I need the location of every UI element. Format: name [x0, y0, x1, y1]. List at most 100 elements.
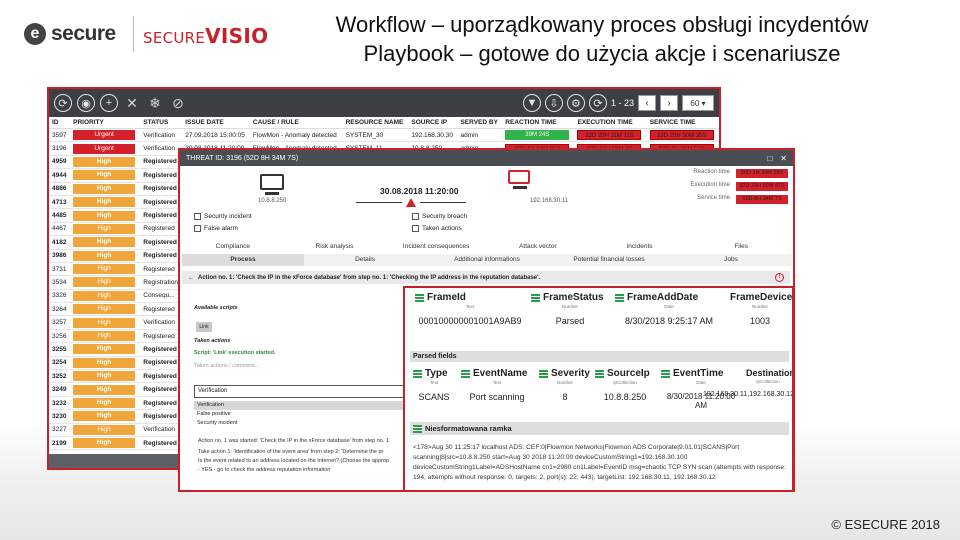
alert-icon: ! [775, 273, 784, 282]
slide-title: Workflow – uporządkowany proces obsługi … [262, 10, 942, 68]
view-icon[interactable]: ◉ [77, 94, 95, 112]
status-value: Registered [143, 305, 175, 313]
priority-value: High [73, 331, 136, 342]
tab-details[interactable]: Details [304, 254, 426, 266]
back-arrow-icon[interactable]: ← [188, 275, 194, 281]
cell-status: Registered [140, 409, 183, 424]
id-value: 3196 [52, 145, 67, 153]
refresh-icon[interactable]: ⟳ [54, 94, 72, 112]
option-false-positive[interactable]: False positive [194, 410, 409, 419]
link-line-right [420, 202, 466, 203]
cell-id: 4485 [49, 208, 71, 223]
status-select[interactable]: Verification [194, 385, 409, 398]
priority-value: High [73, 384, 136, 395]
link-line-left [356, 202, 402, 203]
tabs-row2: Process Details Additional informations … [182, 254, 792, 266]
tab-incidents[interactable]: Incidents [589, 241, 691, 253]
priority-value: High [73, 317, 136, 328]
threat-title-bar: THREAT ID: 3196 (52D 8H 34M 7S) □ ✕ [180, 150, 793, 166]
column-header[interactable]: SERVED BY [457, 117, 503, 129]
id-value: 3256 [52, 332, 67, 340]
tab-jobs[interactable]: Jobs [670, 254, 792, 266]
cell-resource: SYSTEM_30 [342, 128, 409, 143]
cell-priority: High [70, 155, 141, 170]
list-icon [531, 293, 540, 302]
column-header[interactable]: SOURCE IP [408, 117, 458, 129]
tab-process[interactable]: Process [182, 254, 304, 266]
warning-icon [406, 198, 416, 207]
parsed-fields-header: Parsed fields [410, 351, 789, 362]
priority-value: High [73, 210, 136, 221]
next-page-button[interactable]: › [660, 95, 678, 111]
column-header[interactable]: ID [49, 117, 71, 129]
threat-header: 10.8.8.250 30.08.2018 11:20:00 192.168.3… [180, 166, 793, 226]
cell-status: Registered [140, 235, 183, 250]
id-value: 3249 [52, 386, 67, 394]
column-header[interactable]: STATUS [140, 117, 183, 129]
cell-id: 3255 [49, 342, 71, 357]
id-value: 3534 [52, 278, 67, 286]
prev-page-button[interactable]: ‹ [638, 95, 656, 111]
close-icon[interactable]: ✕ [123, 94, 141, 112]
raw-frame-header: Niesformatowana ramka [410, 422, 789, 435]
list-icon [415, 293, 424, 302]
checkbox-taken-actions[interactable]: Taken actions [412, 225, 462, 232]
field-destinationips: DestinationIPs IpCollection 192.168.30.1… [703, 368, 794, 398]
cell-status: Registered [140, 382, 183, 397]
cell-status: Registration [140, 275, 183, 290]
column-header[interactable]: EXECUTION TIME [574, 117, 647, 129]
history-line4: - YES - go to check the address reputati… [198, 467, 331, 473]
column-header[interactable]: CAUSE / RULE [249, 117, 343, 129]
snowflake-icon[interactable]: ❄ [146, 94, 164, 112]
service-time-value: 52D 8H 34M 7S [736, 195, 788, 204]
cell-priority: High [70, 275, 141, 290]
reaction-time-value: 28D 1H 34M 28S [736, 169, 788, 178]
tab-risk-analysis[interactable]: Risk analysis [284, 241, 386, 253]
tab-potential-financial-losses[interactable]: Potential financial losses [548, 254, 670, 266]
option-verification[interactable]: Verification [194, 401, 409, 410]
status-value: Registration [143, 278, 178, 286]
tab-additional-informations[interactable]: Additional informations [426, 254, 548, 266]
list-icon [595, 369, 604, 378]
id-value: 4944 [52, 171, 67, 179]
id-value: 3255 [52, 345, 67, 353]
column-header[interactable]: REACTION TIME [502, 117, 575, 129]
logo-divider [133, 16, 134, 52]
column-header[interactable]: SERVICE TIME [646, 117, 719, 129]
service-time-label: Service time [696, 195, 730, 201]
script-link-button[interactable]: Link [196, 322, 212, 332]
id-value: 3254 [52, 359, 67, 367]
checkbox-false-alarm[interactable]: False alarm [194, 225, 238, 232]
tab-files[interactable]: Files [690, 241, 792, 253]
cell-priority: High [70, 342, 141, 357]
option-security-incident[interactable]: Security incident [194, 419, 409, 428]
hide-icon[interactable]: ⊘ [169, 94, 187, 112]
close-icon[interactable]: ✕ [780, 154, 787, 163]
table-row[interactable]: 3597 Urgent Verification 27.09.2018 15:00:0… [49, 128, 719, 143]
column-header[interactable]: PRIORITY [70, 117, 141, 129]
status-value: Verification [143, 131, 176, 139]
export-icon[interactable]: ⇩ [544, 94, 563, 112]
checkbox-security-breach[interactable]: Security breach [412, 213, 467, 220]
cell-id: 4713 [49, 195, 71, 210]
column-header[interactable]: RESOURCE NAME [342, 117, 409, 129]
tab-compliance[interactable]: Compliance [182, 241, 284, 253]
tab-attack-vector[interactable]: Attack vector [487, 241, 589, 253]
maximize-icon[interactable]: □ [767, 154, 772, 163]
comment-input[interactable]: Taken actions / comment... [194, 363, 259, 369]
filter-icon[interactable]: ▼ [522, 94, 541, 112]
settings-icon[interactable]: ⚙ [566, 94, 585, 112]
reload-icon[interactable]: ⟳ [588, 94, 607, 112]
status-value: Registered [143, 212, 177, 220]
status-value: Registered [143, 439, 177, 447]
priority-value: High [73, 183, 136, 194]
reaction-time-label: Reaction time [693, 169, 730, 175]
checkbox-security-incident[interactable]: Security incident [194, 213, 252, 220]
page-size-select[interactable]: 60 ▾ [682, 95, 714, 111]
tab-incident-consequences[interactable]: Incident consequences [385, 241, 487, 253]
list-icon [413, 369, 422, 378]
page-size-value: 60 [690, 98, 700, 108]
column-header[interactable]: ISSUE DATE [182, 117, 250, 129]
destination-computer-icon [508, 170, 530, 189]
add-icon[interactable]: + [100, 94, 118, 112]
